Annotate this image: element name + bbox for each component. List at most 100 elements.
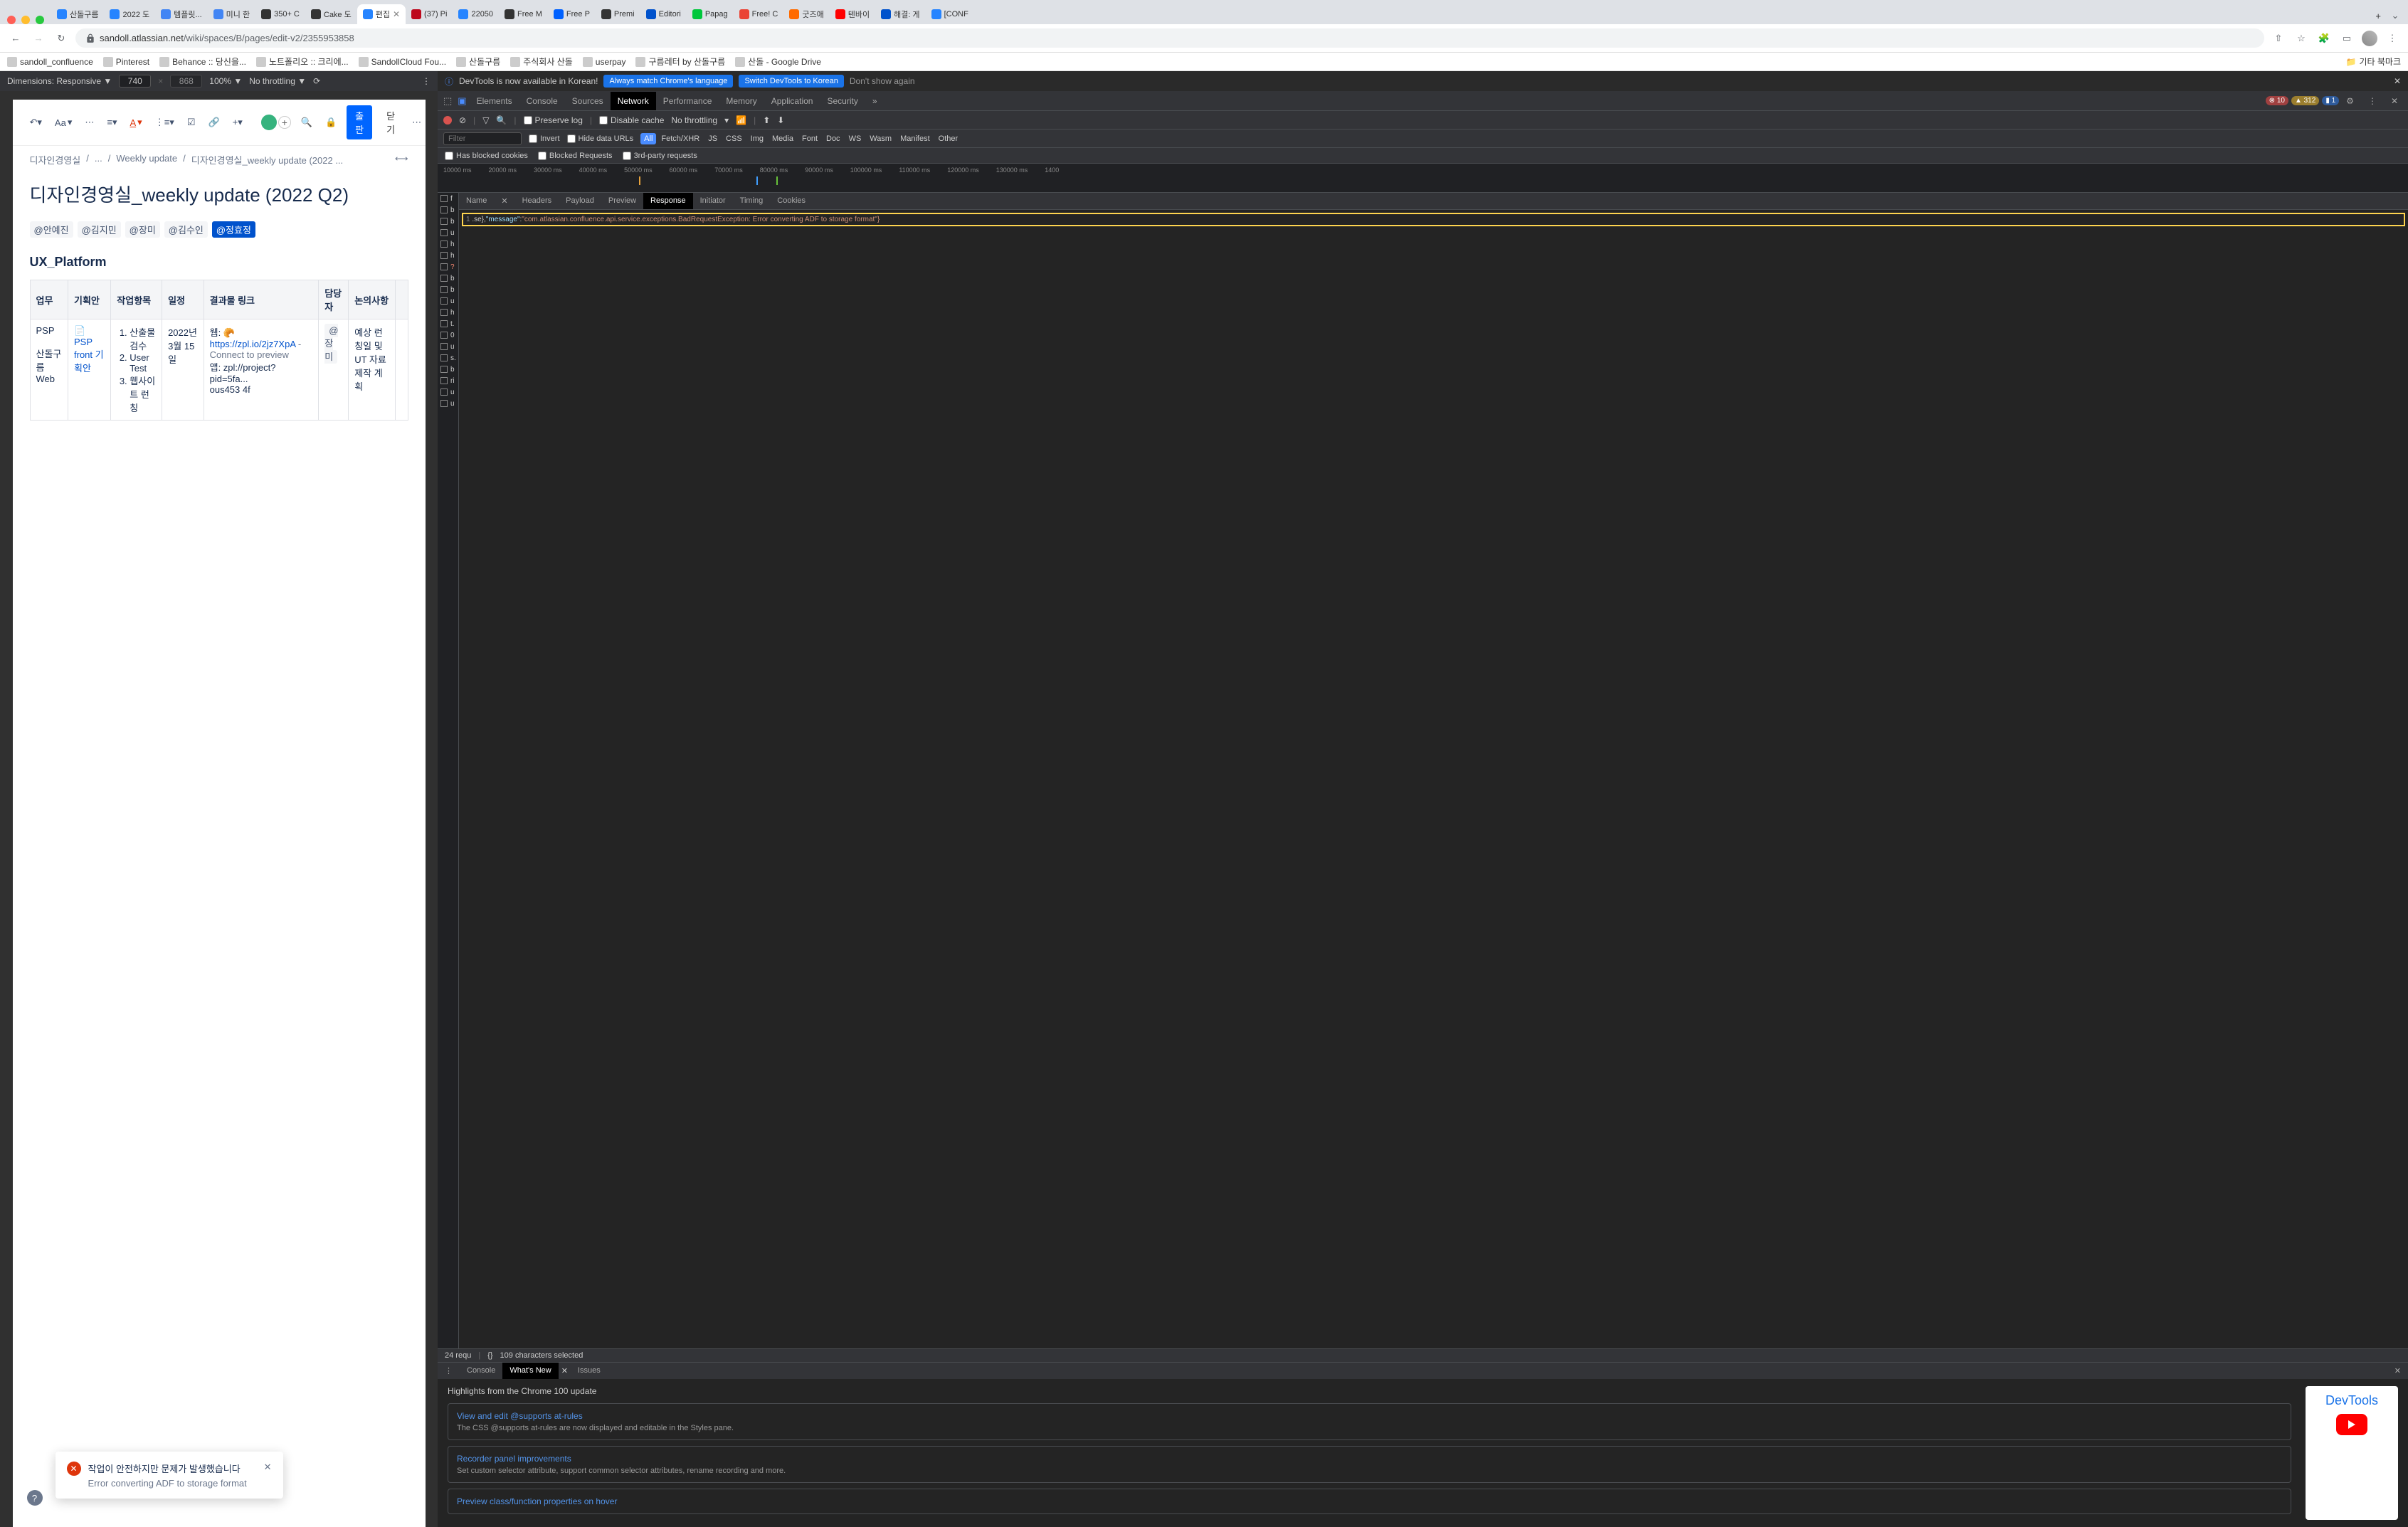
drawer-tab-close-icon[interactable]: ✕: [559, 1363, 571, 1379]
maximize-window-button[interactable]: [36, 16, 44, 24]
request-item[interactable]: u: [438, 295, 458, 307]
list-button[interactable]: ⋮≡▾: [152, 115, 177, 130]
preserve-log-checkbox[interactable]: Preserve log: [524, 115, 583, 125]
share-button[interactable]: ⇧: [2270, 30, 2287, 47]
text-color-button[interactable]: A▾: [127, 115, 144, 130]
chrome-menu-button[interactable]: ⋮: [2384, 30, 2401, 47]
publish-button[interactable]: 출판: [347, 105, 372, 139]
browser-tab[interactable]: 350+ C: [255, 4, 305, 24]
mention[interactable]: @김지민: [78, 221, 121, 238]
bookmark-item[interactable]: 산돌구름: [456, 56, 500, 68]
response-tab[interactable]: Cookies: [770, 193, 813, 209]
tab-dropdown-button[interactable]: ⌄: [2387, 7, 2404, 24]
page-title[interactable]: 디자인경영실_weekly update (2022 Q2): [30, 181, 408, 207]
bookmark-item[interactable]: userpay: [583, 56, 626, 68]
request-item[interactable]: b: [438, 364, 458, 375]
text-style-button[interactable]: Aa▾: [52, 115, 75, 130]
export-har-icon[interactable]: ⬇: [777, 115, 784, 125]
request-item[interactable]: b: [438, 216, 458, 227]
editor-more-button[interactable]: ⋯: [409, 115, 424, 130]
browser-tab[interactable]: 2022 도: [104, 4, 155, 24]
mention[interactable]: @장미: [125, 221, 160, 238]
content-table[interactable]: 업무기획안작업항목일정결과물 링크담당자논의사항 PSP산돌구름 Web 📄 P…: [30, 280, 408, 421]
rotate-icon[interactable]: ⟳: [313, 76, 320, 86]
bookmark-item[interactable]: SandollCloud Fou...: [359, 56, 446, 68]
response-tab[interactable]: Payload: [559, 193, 601, 209]
request-item[interactable]: 0: [438, 329, 458, 341]
insert-button[interactable]: +▾: [230, 115, 245, 130]
bookmark-folder-other[interactable]: 📁 기타 북마크: [2346, 56, 2402, 68]
page-body[interactable]: 디자인경영실_weekly update (2022 Q2) @안예진@김지민@…: [13, 174, 426, 1527]
filter-input[interactable]: [443, 132, 522, 145]
restrictions-button[interactable]: 🔒: [322, 115, 339, 130]
extensions-button[interactable]: 🧩: [2315, 30, 2333, 47]
braces-icon[interactable]: {}: [487, 1351, 492, 1360]
devtools-tab[interactable]: Security: [820, 92, 865, 110]
devtools-tab[interactable]: Application: [764, 92, 820, 110]
breadcrumb-item[interactable]: 디자인경영실_weekly update (2022 ...: [191, 153, 343, 167]
bookmark-star-button[interactable]: ☆: [2293, 30, 2310, 47]
import-har-icon[interactable]: ⬆: [763, 115, 770, 125]
url-bar[interactable]: sandoll.atlassian.net/wiki/spaces/B/page…: [75, 28, 2264, 48]
devtools-tab[interactable]: Memory: [719, 92, 764, 110]
browser-tab[interactable]: (37) Pi: [406, 4, 453, 24]
switch-language-button[interactable]: Switch DevTools to Korean: [739, 75, 843, 88]
response-tab[interactable]: Initiator: [693, 193, 733, 209]
request-item[interactable]: u: [438, 341, 458, 352]
filter-type-chip[interactable]: CSS: [722, 133, 746, 144]
plan-link[interactable]: PSP front 기획안: [74, 337, 104, 374]
devtools-menu-icon[interactable]: ⋮: [2361, 92, 2384, 110]
mention[interactable]: @안예진: [30, 221, 73, 238]
more-formatting-button[interactable]: ⋯: [82, 115, 97, 130]
breadcrumb-item[interactable]: 디자인경영실: [30, 153, 81, 167]
tab-close-icon[interactable]: ✕: [393, 9, 400, 19]
dismiss-banner-link[interactable]: Don't show again: [850, 76, 915, 86]
request-item[interactable]: u: [438, 398, 458, 409]
request-item[interactable]: ri: [438, 375, 458, 386]
bookmark-item[interactable]: Behance :: 당신을...: [159, 56, 246, 68]
whats-new-card[interactable]: Recorder panel improvementsSet custom se…: [448, 1446, 2291, 1483]
reload-button[interactable]: ↻: [53, 30, 70, 47]
throttle-dropdown[interactable]: No throttling: [671, 115, 717, 125]
bookmark-item[interactable]: 주식회사 산돌: [510, 56, 573, 68]
close-window-button[interactable]: [7, 16, 16, 24]
drawer-tab[interactable]: Console: [460, 1363, 502, 1379]
breadcrumb-item[interactable]: ...: [95, 153, 102, 167]
browser-tab[interactable]: Premi: [596, 4, 640, 24]
request-item[interactable]: f: [438, 193, 458, 204]
mention[interactable]: @정효정: [212, 221, 255, 238]
device-height-input[interactable]: [170, 75, 202, 88]
throttle-caret-icon[interactable]: ▾: [724, 115, 729, 125]
drawer-menu-icon[interactable]: ⋮: [438, 1363, 460, 1379]
record-button[interactable]: [443, 116, 452, 125]
bookmark-item[interactable]: sandoll_confluence: [7, 56, 93, 68]
disable-cache-checkbox[interactable]: Disable cache: [599, 115, 664, 125]
issue-badges[interactable]: ⊗ 10 ▲ 312 ▮ 1: [2266, 96, 2340, 105]
invert-checkbox[interactable]: Invert: [529, 134, 560, 143]
align-button[interactable]: ≡▾: [104, 115, 120, 130]
request-item[interactable]: b: [438, 284, 458, 295]
browser-tab[interactable]: 굿즈애: [783, 4, 829, 24]
banner-close-icon[interactable]: ✕: [2394, 76, 2401, 86]
browser-tab[interactable]: 텐바이: [830, 4, 875, 24]
minimize-window-button[interactable]: [21, 16, 30, 24]
device-toggle-icon[interactable]: ▣: [455, 94, 469, 108]
section-heading[interactable]: UX_Platform: [30, 255, 408, 270]
devtools-tab[interactable]: Elements: [470, 92, 519, 110]
devtools-tab[interactable]: Network: [611, 92, 656, 110]
filter-type-chip[interactable]: Doc: [823, 133, 844, 144]
filter-type-chip[interactable]: Font: [798, 133, 821, 144]
whats-new-card[interactable]: View and edit @supports at-rulesThe CSS …: [448, 1403, 2291, 1440]
filter-type-chip[interactable]: Manifest: [897, 133, 934, 144]
response-tab[interactable]: Preview: [601, 193, 643, 209]
response-tab[interactable]: Response: [643, 193, 693, 209]
toast-close-button[interactable]: ✕: [264, 1462, 272, 1489]
bookmark-item[interactable]: 구름레터 by 산돌구름: [635, 56, 725, 68]
mention[interactable]: @김수인: [164, 221, 208, 238]
browser-tab[interactable]: Free P: [548, 4, 596, 24]
forward-button[interactable]: →: [30, 30, 47, 47]
browser-tab[interactable]: Editori: [640, 4, 687, 24]
user-avatar[interactable]: [260, 113, 278, 132]
bookmark-item[interactable]: 산돌 - Google Drive: [735, 56, 821, 68]
network-option-checkbox[interactable]: Blocked Requests: [538, 151, 613, 160]
